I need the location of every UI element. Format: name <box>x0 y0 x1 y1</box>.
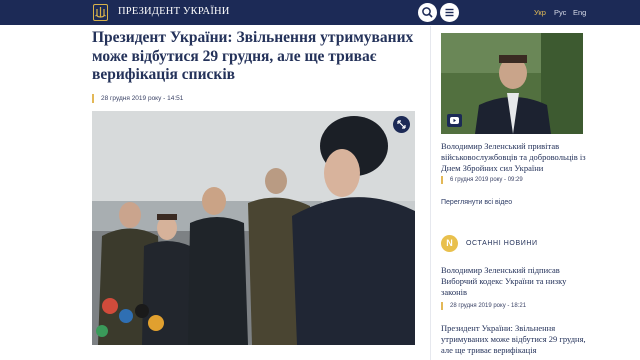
video-icon <box>450 117 459 124</box>
press-scene-image <box>92 111 415 345</box>
trident-emblem-icon[interactable] <box>93 4 108 21</box>
expand-photo-button[interactable] <box>393 116 410 133</box>
article-headline: Президент України: Звільнення утримувани… <box>92 29 414 83</box>
news-item-date-row: 28 грудня 2019 року - 18:21 <box>441 302 526 310</box>
site-title[interactable]: ПРЕЗИДЕНТ УКРАЇНИ <box>118 6 230 17</box>
article-photo[interactable] <box>92 111 415 345</box>
article-date: 28 грудня 2019 року - 14:51 <box>101 94 184 102</box>
language-en-link[interactable]: Eng <box>573 8 586 17</box>
news-item-title[interactable]: Володимир Зеленський підписав Виборчий к… <box>441 265 591 298</box>
news-item-title[interactable]: Президент України: Звільнення утримувани… <box>441 323 591 356</box>
date-marker <box>441 176 443 184</box>
menu-button[interactable] <box>440 3 459 22</box>
video-thumbnail-image <box>441 33 583 134</box>
news-item-date: 28 грудня 2019 року - 18:21 <box>450 303 527 309</box>
news-badge-icon: N <box>441 235 458 252</box>
date-marker <box>92 93 94 103</box>
news-badge-letter: N <box>446 238 453 248</box>
expand-icon <box>397 120 406 129</box>
video-play-badge[interactable] <box>447 114 462 127</box>
search-button[interactable] <box>418 3 437 22</box>
search-icon <box>422 7 433 18</box>
sidebar-video-date: 6 грудня 2019 року - 09:29 <box>450 177 523 183</box>
watch-all-videos-link[interactable]: Переглянути всі відео <box>441 199 512 206</box>
language-uk-link[interactable]: Укр <box>534 8 546 17</box>
language-ru-link[interactable]: Рус <box>554 8 566 17</box>
menu-icon <box>445 8 454 17</box>
article-date-row: 28 грудня 2019 року - 14:51 <box>92 92 183 104</box>
sidebar-video-title[interactable]: Володимир Зеленський привітав військовос… <box>441 141 591 174</box>
latest-news-heading: ОСТАННІ НОВИНИ <box>466 240 538 247</box>
column-divider <box>430 26 431 360</box>
date-marker <box>441 302 443 310</box>
article-lead <box>92 351 415 360</box>
sidebar-video-date-row: 6 грудня 2019 року - 09:29 <box>441 176 523 184</box>
sidebar-video-thumbnail[interactable] <box>441 33 583 134</box>
